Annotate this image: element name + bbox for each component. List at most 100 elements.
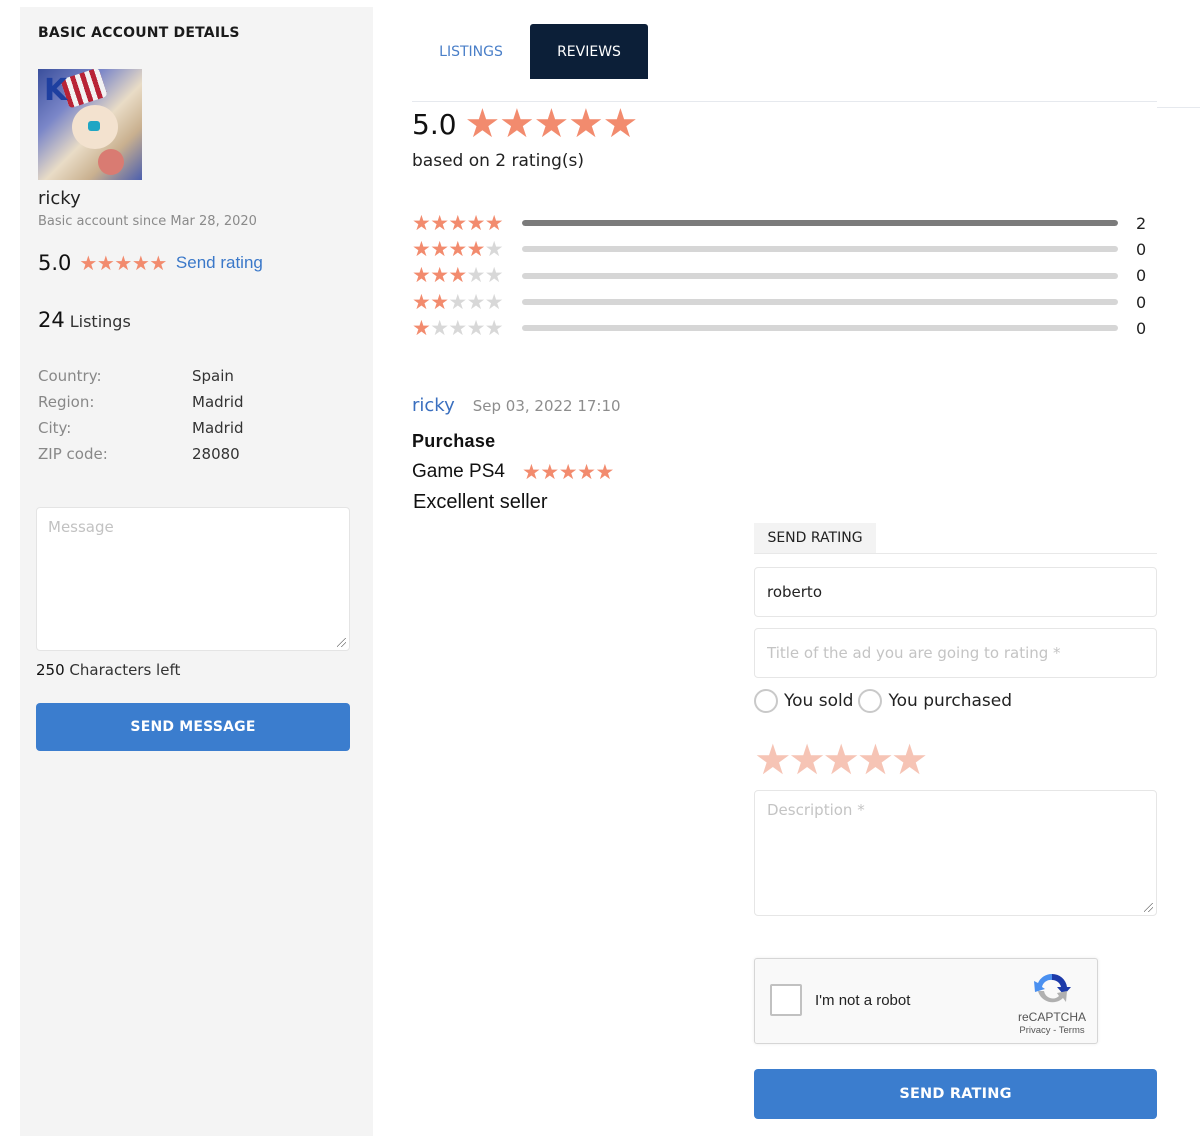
- listings-number: 24: [38, 308, 65, 332]
- tab-listings[interactable]: LISTINGS: [412, 24, 530, 79]
- star-empty-icon: ★: [484, 289, 504, 314]
- send-rating-tab[interactable]: SEND RATING: [754, 523, 876, 553]
- name-field: [754, 567, 1157, 617]
- breakdown-bar: [521, 220, 1118, 227]
- star-filled-icon: ★: [149, 251, 168, 275]
- radio-label: You sold: [784, 691, 854, 711]
- detail-value: Spain: [192, 367, 234, 385]
- ad-title-field: [754, 628, 1157, 678]
- send-message-button[interactable]: SEND MESSAGE: [36, 703, 350, 751]
- breakdown-bar: [521, 325, 1118, 332]
- review-author-link[interactable]: ricky: [412, 395, 455, 416]
- star-icon-3[interactable]: ★: [822, 739, 860, 781]
- tab-reviews[interactable]: REVIEWS: [530, 24, 648, 79]
- breakdown-count: 0: [1135, 292, 1147, 312]
- resize-handle-icon[interactable]: [337, 638, 346, 647]
- recaptcha-logo-icon: [1034, 973, 1071, 1003]
- detail-label: Country:: [38, 367, 102, 385]
- star-filled-icon: ★: [114, 251, 133, 275]
- rating-stars: ★ ★ ★ ★ ★: [79, 253, 167, 273]
- breakdown-bar: [521, 299, 1118, 306]
- breakdown-count: 0: [1135, 266, 1147, 286]
- star-filled-icon: ★: [448, 263, 468, 288]
- rating-score: 5.0: [38, 251, 72, 275]
- listings-count: 24 Listings: [38, 308, 131, 332]
- star-icon-4[interactable]: ★: [857, 739, 895, 781]
- star-filled-icon: ★: [131, 251, 150, 275]
- detail-value: Madrid: [192, 393, 244, 411]
- send-rating-link[interactable]: Send rating: [176, 253, 263, 273]
- detail-row-country: Country: Spain: [38, 363, 338, 389]
- star-filled-icon: ★: [540, 460, 560, 484]
- breakdown-row-1: ★ ★ ★ ★ ★ 0: [412, 315, 1172, 341]
- star-filled-icon: ★: [577, 460, 596, 484]
- account-since: Basic account since Mar 28, 2020: [38, 214, 257, 229]
- star-filled-icon: ★: [466, 236, 486, 261]
- breakdown-bar-fill: [521, 220, 1118, 227]
- star-empty-icon: ★: [484, 263, 504, 288]
- detail-value: 28080: [192, 445, 240, 463]
- breakdown-bar: [521, 272, 1118, 279]
- description-textarea[interactable]: [755, 791, 1156, 915]
- ad-title-input[interactable]: [755, 629, 1156, 677]
- recaptcha-privacy-terms-links[interactable]: Privacy - Terms: [1011, 1025, 1093, 1036]
- listings-label: Listings: [69, 312, 131, 331]
- star-filled-icon: ★: [412, 263, 431, 288]
- star-icon-5[interactable]: ★: [891, 739, 929, 781]
- radio-label: You purchased: [888, 691, 1013, 711]
- review-text: Excellent seller: [413, 491, 548, 513]
- star-icon-2[interactable]: ★: [788, 739, 826, 781]
- star-filled-icon: ★: [430, 236, 450, 261]
- star-filled-icon: ★: [412, 315, 431, 340]
- location-details: Country: Spain Region: Madrid City: Madr…: [38, 363, 338, 467]
- radio-circle[interactable]: [754, 689, 778, 713]
- characters-left: 250 Characters left: [36, 661, 180, 679]
- star-empty-icon: ★: [484, 236, 504, 261]
- star-icon-1[interactable]: ★: [754, 739, 792, 781]
- detail-row-region: Region: Madrid: [38, 389, 338, 415]
- send-rating-button[interactable]: SEND RATING: [754, 1069, 1157, 1119]
- sidebar-rating: 5.0 ★ ★ ★ ★ ★ Send rating: [38, 251, 263, 275]
- rating-breakdown: ★ ★ ★ ★ ★ 2 ★ ★ ★ ★ ★ 0 ★ ★ ★ ★ ★ 0 ★ ★ ★ ★ ★ 0 ★ ★ ★ ★ ★ 0: [412, 210, 1172, 341]
- recaptcha-checkbox[interactable]: [770, 984, 802, 1016]
- tabs-divider-right: [1157, 107, 1200, 108]
- avatar: K: [38, 69, 142, 180]
- profile-tabs: LISTINGS REVIEWS: [412, 24, 648, 79]
- radio-you-purchased[interactable]: You purchased: [858, 689, 1012, 713]
- characters-left-label: Characters left: [69, 661, 181, 679]
- avatar-art-eye: [88, 121, 100, 131]
- star-filled-icon: ★: [448, 210, 468, 235]
- breakdown-bar: [521, 246, 1118, 253]
- breakdown-row-5: ★ ★ ★ ★ ★ 2: [412, 210, 1172, 236]
- star-filled-icon: ★: [412, 236, 431, 261]
- message-box: [36, 507, 350, 651]
- detail-label: Region:: [38, 393, 95, 411]
- resize-handle-icon[interactable]: [1144, 903, 1153, 912]
- message-textarea[interactable]: [37, 508, 349, 650]
- description-box: [754, 790, 1157, 916]
- star-filled-icon: ★: [602, 101, 639, 147]
- star-empty-icon: ★: [448, 289, 468, 314]
- star-filled-icon: ★: [499, 101, 535, 147]
- star-filled-icon: ★: [558, 460, 578, 484]
- star-filled-icon: ★: [430, 210, 450, 235]
- breakdown-count: 0: [1135, 318, 1147, 338]
- characters-left-count: 250: [36, 661, 65, 679]
- star-filled-icon: ★: [448, 236, 468, 261]
- avatar-art-ball: [98, 149, 124, 175]
- star-empty-icon: ★: [448, 315, 468, 340]
- breakdown-stars: ★ ★ ★ ★ ★: [412, 263, 504, 288]
- radio-circle[interactable]: [858, 689, 883, 713]
- star-empty-icon: ★: [430, 315, 450, 340]
- star-empty-icon: ★: [466, 289, 486, 314]
- detail-value: Madrid: [192, 419, 244, 437]
- star-filled-icon: ★: [412, 210, 431, 235]
- transaction-type-radios: You sold You purchased: [754, 689, 1017, 713]
- reviews-summary-score: 5.0 ★ ★ ★ ★ ★: [412, 101, 639, 147]
- radio-you-sold[interactable]: You sold: [754, 689, 853, 713]
- breakdown-stars: ★ ★ ★ ★ ★: [412, 236, 504, 261]
- breakdown-stars: ★ ★ ★ ★ ★: [412, 289, 504, 314]
- recaptcha-label: I'm not a robot: [815, 992, 911, 1009]
- name-input[interactable]: [755, 568, 1156, 616]
- detail-label: City:: [38, 419, 72, 437]
